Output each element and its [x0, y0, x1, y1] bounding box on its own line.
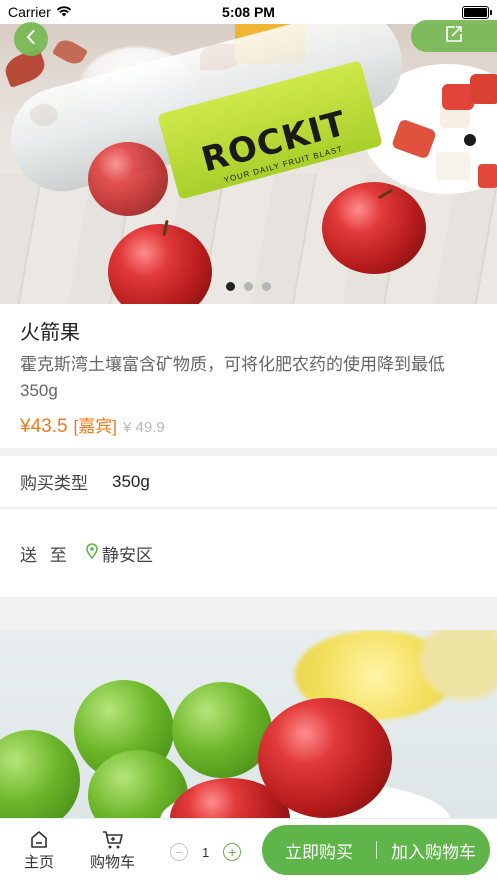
delivery-row[interactable]: 送 至 静安区: [0, 509, 497, 597]
plus-circle-icon[interactable]: +: [223, 843, 242, 861]
share-button[interactable]: [411, 20, 497, 52]
carousel-dot[interactable]: [244, 282, 253, 291]
quantity-value[interactable]: 1: [202, 845, 209, 860]
nav-home[interactable]: 主页: [24, 829, 54, 872]
nav-cart[interactable]: 购物车: [90, 829, 135, 872]
product-detail-image: [0, 630, 497, 820]
product-hero-image[interactable]: ROCKIT YOUR DAILY FRUIT BLAST: [0, 24, 497, 304]
wifi-icon: [56, 4, 72, 20]
back-button[interactable]: [14, 22, 48, 56]
carousel-dot[interactable]: [262, 282, 271, 291]
delivery-location-text: 静安区: [102, 545, 153, 565]
price-row: ¥43.5 [嘉宾] ¥ 49.9: [20, 412, 477, 438]
product-info: 火箭果 霍克斯湾土壤富含矿物质，可将化肥农药的使用降到最低350g ¥43.5 …: [0, 304, 497, 448]
purchase-type-value: 350g: [112, 471, 150, 491]
status-time: 5:08 PM: [222, 4, 275, 20]
nav-home-label: 主页: [24, 854, 55, 871]
purchase-type-label: 购买类型: [20, 474, 88, 493]
location-pin-icon: [86, 542, 98, 564]
nav-cart-label: 购物车: [90, 854, 136, 871]
delivery-location[interactable]: 静安区: [86, 541, 153, 566]
purchase-type-row[interactable]: 购买类型 350g: [0, 456, 497, 508]
buy-now-button[interactable]: 立即购买: [262, 838, 376, 863]
carousel-indicator: [0, 282, 497, 291]
vip-tag: [嘉宾]: [73, 417, 117, 436]
minus-circle-icon[interactable]: −: [170, 843, 188, 861]
product-title: 火箭果: [20, 322, 80, 344]
carousel-dot[interactable]: [226, 282, 235, 291]
delivery-label: 送 至: [20, 545, 71, 565]
battery-icon: [462, 5, 492, 19]
product-price: ¥43.5: [20, 416, 68, 437]
chevron-left-icon: [24, 29, 38, 50]
action-pill: 立即购买 加入购物车: [262, 825, 490, 875]
original-price: ¥ 49.9: [123, 419, 165, 436]
bottom-action-bar: 主页 购物车 − 1 + 立即购买 加入购物车: [0, 818, 497, 883]
quantity-stepper: − 1 +: [170, 843, 242, 861]
product-description: 霍克斯湾土壤富含矿物质，可将化肥农药的使用降到最低350g: [20, 355, 445, 400]
home-icon: [27, 829, 51, 851]
add-to-cart-button[interactable]: 加入购物车: [377, 838, 490, 863]
status-left: Carrier: [8, 4, 72, 20]
carrier-label: Carrier: [8, 4, 51, 20]
share-icon: [444, 25, 464, 48]
cart-icon: [101, 829, 125, 851]
